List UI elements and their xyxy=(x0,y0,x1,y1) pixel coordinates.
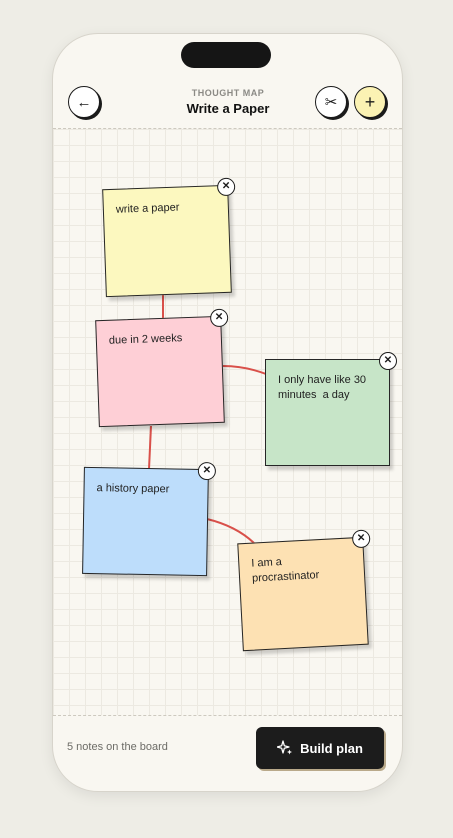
scissors-icon: ✂ xyxy=(324,93,338,111)
close-icon[interactable]: ✕ xyxy=(379,352,397,370)
title-block: THOUGHT MAP Write a Paper xyxy=(143,88,313,116)
sticky-note[interactable]: I am a procrastinator ✕ xyxy=(237,529,371,652)
sticky-note[interactable]: write a paper ✕ xyxy=(102,177,236,298)
add-note-button[interactable]: + xyxy=(354,86,386,118)
phone-notch xyxy=(181,42,271,68)
arrow-left-icon: ← xyxy=(76,93,92,111)
page-eyebrow: THOUGHT MAP xyxy=(191,88,265,98)
note-text: I am a procrastinator xyxy=(251,556,320,585)
connector-line xyxy=(148,425,152,470)
note-board[interactable]: write a paper ✕ due in 2 weeks ✕ I only … xyxy=(53,129,402,715)
header: ← THOUGHT MAP Write a Paper ✂ + xyxy=(53,78,402,128)
connector-line xyxy=(206,518,255,544)
sparkle-icon xyxy=(277,740,293,755)
plus-icon: + xyxy=(364,92,376,112)
sticky-note[interactable]: I only have like 30 minutes a day ✕ xyxy=(265,352,397,466)
scissors-button[interactable]: ✂ xyxy=(315,86,347,118)
sticky-note[interactable]: a history paper ✕ xyxy=(82,461,217,577)
build-plan-button[interactable]: Build plan xyxy=(256,727,384,769)
note-text: write a paper xyxy=(115,201,180,216)
connector-line xyxy=(222,365,267,375)
note-text: due in 2 weeks xyxy=(108,332,183,347)
footer: 5 notes on the board Build plan xyxy=(53,716,402,791)
build-plan-label: Build plan xyxy=(300,740,363,756)
note-text: I only have like 30 minutes a day xyxy=(278,374,367,401)
back-button[interactable]: ← xyxy=(68,86,100,118)
note-count: 5 notes on the board xyxy=(67,741,168,753)
note-text: a history paper xyxy=(96,482,170,496)
sticky-note[interactable]: due in 2 weeks ✕ xyxy=(95,308,229,428)
page-title: Write a Paper xyxy=(186,101,270,116)
phone-frame: ← THOUGHT MAP Write a Paper ✂ + write a … xyxy=(52,33,403,792)
